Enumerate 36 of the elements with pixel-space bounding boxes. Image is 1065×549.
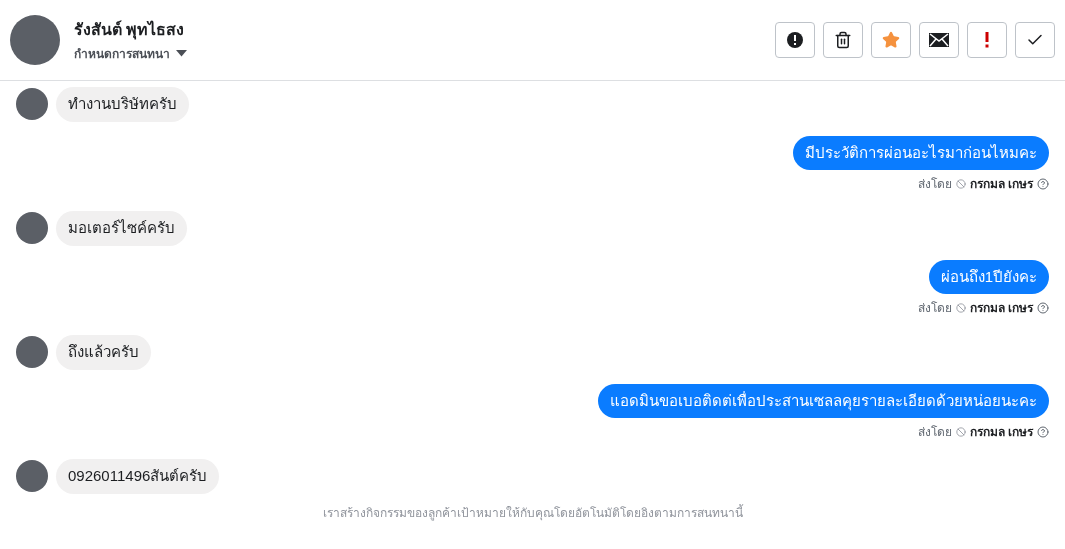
sender-name: กรกมล เกษร [969, 424, 1033, 441]
incoming-message: ถึงแล้วครับ [56, 335, 151, 370]
toolbar-button[interactable] [823, 22, 863, 58]
outgoing-message: ผ่อนถึง1ปียังคะ [928, 259, 1049, 294]
toolbar-button[interactable] [775, 22, 815, 58]
sent-by-label: ส่งโดย [917, 176, 952, 193]
incoming-message: 0926011496สันต์ครับ [56, 459, 220, 494]
sent-by-label: ส่งโดย [917, 300, 952, 317]
exclamation-icon [985, 32, 989, 48]
incoming-message: มอเตอร์ไซค์ครับ [56, 211, 187, 246]
envelope-icon [929, 33, 949, 47]
avatar [16, 88, 48, 121]
avatar [10, 15, 60, 65]
outgoing-message: แอดมินขอเบอติดต่เพื่อประสานเซลลคุยรายละเอียดด้วยหน่อยนะคะ [598, 383, 1049, 418]
contact-name: รังสันต์ พุทไธสง [74, 19, 186, 42]
footer-note: เราสร้างกิจกรรมของลูกค้าเป้าหมายให้กับคุณโดยอัตโนมัติโดยอิงตามการสนทนานี้ [322, 503, 743, 522]
blocked-icon [955, 303, 966, 313]
conversation-menu[interactable]: กำหนดการสนทนา [74, 44, 187, 63]
alert-icon [786, 31, 804, 49]
blocked-icon [955, 427, 966, 437]
toolbar-button[interactable] [919, 22, 959, 58]
help-icon [1037, 178, 1049, 190]
help-icon [1037, 426, 1049, 438]
trash-icon [834, 31, 852, 49]
caret-icon [176, 50, 187, 57]
outgoing-message: มีประวัติการผ่อนอะไรมาก่อนไหมคะ [793, 135, 1049, 170]
help-icon [1037, 302, 1049, 314]
avatar [16, 212, 48, 245]
sent-by-label: ส่งโดย [917, 424, 952, 441]
incoming-message: ทำงานบริษัทครับ [56, 87, 189, 122]
avatar [16, 460, 48, 493]
blocked-icon [955, 179, 966, 189]
star-icon [882, 31, 900, 49]
sender-name: กรกมล เกษร [969, 176, 1033, 193]
sender-name: กรกมล เกษร [969, 300, 1033, 317]
avatar [16, 336, 48, 369]
